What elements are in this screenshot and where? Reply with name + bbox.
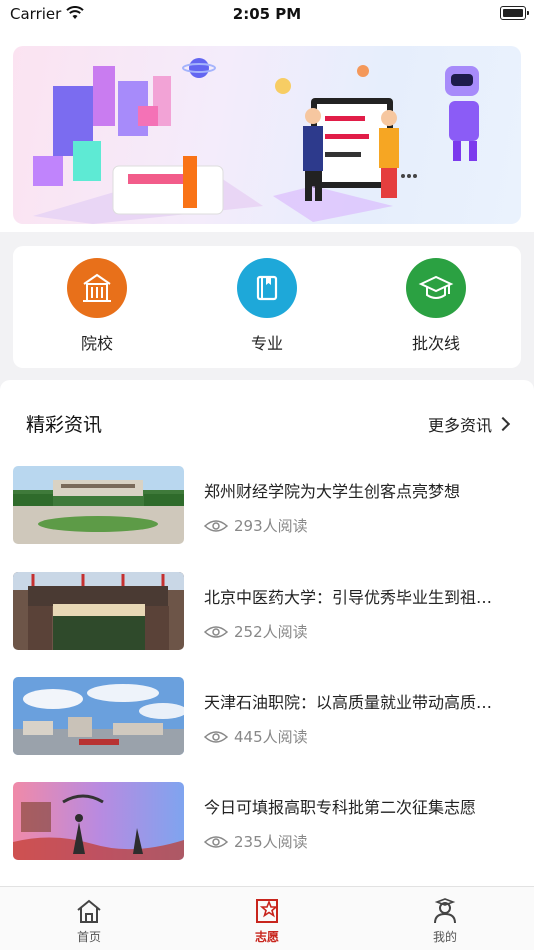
quick-link-school-circle xyxy=(67,258,127,318)
news-read-count-text: 235人阅读 xyxy=(234,833,308,851)
news-panel: 精彩资讯 更多资讯 郑州财经学院为大学生创客点亮梦想 293人阅读 北京中医药大… xyxy=(0,380,534,886)
eye-icon xyxy=(204,730,228,743)
star-document-icon xyxy=(256,899,279,923)
battery-icon xyxy=(500,6,529,20)
tab-volunteer[interactable]: 志愿 xyxy=(178,887,356,950)
eye-icon xyxy=(204,835,228,848)
news-read-count: 235人阅读 xyxy=(204,831,308,852)
tab-profile[interactable]: 我的 xyxy=(356,887,534,950)
news-item[interactable]: 天津石油职院：以高质量就业带动高质量发展 445人阅读 xyxy=(13,677,521,757)
news-read-count-text: 445人阅读 xyxy=(234,728,308,746)
banner-illustration xyxy=(33,58,479,224)
news-section-title: 精彩资讯 xyxy=(26,414,103,436)
quick-link-major-circle xyxy=(237,258,297,318)
school-building-icon xyxy=(83,273,111,302)
tab-profile-label: 我的 xyxy=(432,930,457,944)
news-thumbnail xyxy=(13,782,184,860)
tab-volunteer-label: 志愿 xyxy=(254,930,279,944)
news-read-count: 445人阅读 xyxy=(204,726,308,747)
quick-links: 院校 专业 批次线 xyxy=(13,246,521,368)
status-bar: Carrier 2:05 PM xyxy=(0,0,534,30)
eye-icon xyxy=(204,625,228,638)
home-icon xyxy=(77,899,101,923)
news-read-count-text: 252人阅读 xyxy=(234,623,308,641)
book-icon xyxy=(256,275,278,301)
news-thumbnail xyxy=(13,677,184,755)
quick-link-school-label: 院校 xyxy=(80,334,113,353)
news-read-count: 252人阅读 xyxy=(204,621,308,642)
quick-link-school[interactable]: 院校 xyxy=(37,258,157,354)
graduation-cap-icon xyxy=(418,275,454,299)
status-time: 2:05 PM xyxy=(232,5,302,23)
user-graduate-icon xyxy=(434,898,456,924)
news-headline: 今日可填报高职专科批第二次征集志愿 xyxy=(204,798,477,817)
more-news-label: 更多资讯 xyxy=(427,416,492,435)
tab-home[interactable]: 首页 xyxy=(0,887,178,950)
quick-link-batch-line-circle xyxy=(406,258,466,318)
news-item[interactable]: 郑州财经学院为大学生创客点亮梦想 293人阅读 xyxy=(13,466,521,546)
quick-link-batch-line-label: 批次线 xyxy=(411,334,460,353)
news-item[interactable]: 今日可填报高职专科批第二次征集志愿 235人阅读 xyxy=(13,782,521,862)
quick-link-major-label: 专业 xyxy=(250,334,283,353)
news-thumbnail xyxy=(13,466,184,544)
news-read-count-text: 293人阅读 xyxy=(234,517,308,535)
eye-icon xyxy=(204,519,228,532)
news-item[interactable]: 北京中医药大学：引导优秀毕业生到祖国最需要的地方 252人阅读 xyxy=(13,572,521,652)
tab-bar: 首页 志愿 我的 xyxy=(0,886,534,950)
tab-home-label: 首页 xyxy=(76,930,101,944)
quick-link-major[interactable]: 专业 xyxy=(207,258,327,354)
promo-banner[interactable] xyxy=(13,46,521,224)
news-headline: 北京中医药大学：引导优秀毕业生到祖国最需要的地方 xyxy=(204,588,504,607)
more-news-link[interactable]: 更多资讯 xyxy=(427,412,511,436)
news-headline: 天津石油职院：以高质量就业带动高质量发展 xyxy=(204,693,504,712)
news-read-count: 293人阅读 xyxy=(204,515,308,536)
news-thumbnail xyxy=(13,572,184,650)
chevron-right-icon xyxy=(495,416,511,432)
quick-link-batch-line[interactable]: 批次线 xyxy=(376,258,496,354)
news-headline: 郑州财经学院为大学生创客点亮梦想 xyxy=(204,482,461,501)
